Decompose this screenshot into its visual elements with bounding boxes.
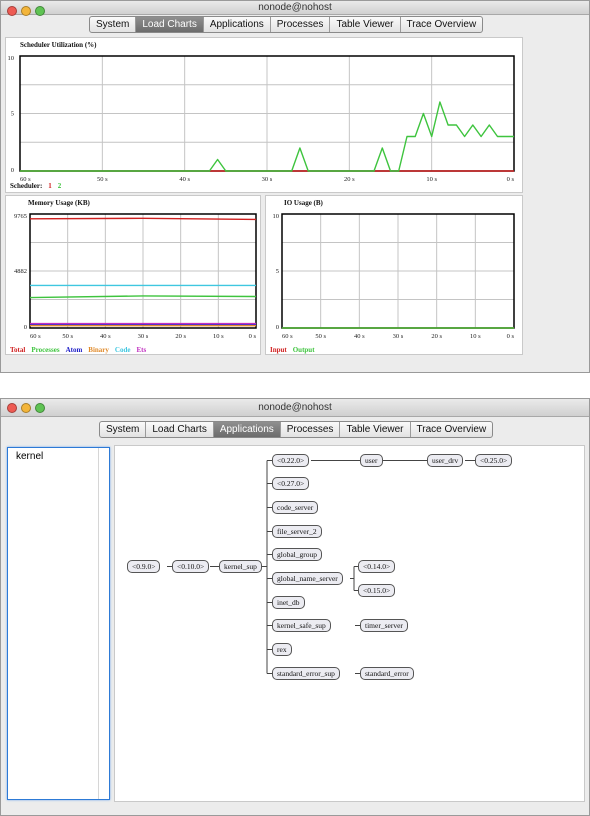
legend-entry: Processes <box>31 346 60 354</box>
legend-entry: 2 <box>57 182 62 190</box>
process-node[interactable]: standard_error <box>360 667 414 680</box>
y-tick-label: 0 <box>24 324 27 331</box>
memory-usage-chart: 60 s 50 s 40 s 30 s 20 s 10 s 0 s 9765 4882 0 <box>14 213 257 340</box>
chart-title: Scheduler Utilization (%) <box>20 41 97 49</box>
list-item-kernel[interactable]: kernel <box>16 451 43 462</box>
y-tick-label: 9765 <box>14 213 27 220</box>
process-node[interactable]: <0.15.0> <box>358 584 396 597</box>
chart-legend: Input Output <box>270 346 315 354</box>
chart-legend: Total Processes Atom Binary Code Ets <box>10 346 146 354</box>
legend-entry: Binary <box>88 346 109 354</box>
chart-title: Memory Usage (KB) <box>28 199 90 207</box>
process-node[interactable]: rex <box>272 643 292 656</box>
io-usage-chart: 60 s 50 s 40 s 30 s 20 s 10 s 0 s 10 5 0 <box>273 213 515 340</box>
tab-processes[interactable]: Processes <box>281 422 341 437</box>
process-node[interactable]: user_drv <box>427 454 464 467</box>
x-tick-label: 10 s <box>426 176 437 183</box>
scheduler-utilization-chart: 60 s 50 s 40 s 30 s 20 s 10 s0 s1050 <box>8 55 515 183</box>
x-tick-label: 20 s <box>431 333 442 340</box>
x-tick-label: 10 s <box>213 333 224 340</box>
application-list[interactable]: kernel <box>7 447 110 800</box>
x-tick-label: 0 s <box>507 176 515 183</box>
tab-system[interactable]: System <box>100 422 147 437</box>
process-node[interactable]: <0.10.0> <box>172 560 210 573</box>
legend-label: Scheduler: <box>10 182 43 190</box>
chart-title: IO Usage (B) <box>284 199 323 207</box>
legend-entry: Output <box>292 346 315 354</box>
tab-load-charts[interactable]: Load Charts <box>136 17 204 32</box>
process-node[interactable]: user <box>360 454 383 467</box>
tab-bar: System Load Charts Applications Processes Ta… <box>99 421 494 438</box>
process-node[interactable]: file_server_2 <box>272 525 322 538</box>
legend-entry: Input <box>270 346 287 354</box>
tab-applications[interactable]: Applications <box>213 422 281 437</box>
process-node[interactable]: global_name_server <box>272 572 343 585</box>
x-tick-label: 40 s <box>100 333 111 340</box>
process-node[interactable]: <0.25.0> <box>475 454 513 467</box>
x-tick-label: 0 s <box>249 333 257 340</box>
tab-processes[interactable]: Processes <box>271 17 331 32</box>
process-node[interactable]: kernel_safe_sup <box>272 619 331 632</box>
x-tick-label: 60 s <box>282 333 293 340</box>
y-tick-label: 0 <box>276 324 279 331</box>
y-tick-label: 10 <box>8 55 15 62</box>
window-title: nonode@nohost <box>258 402 332 413</box>
process-node[interactable]: inet_db <box>272 596 305 609</box>
x-tick-label: 60 s <box>30 333 41 340</box>
x-tick-label: 20 s <box>175 333 186 340</box>
tab-trace-overview[interactable]: Trace Overview <box>411 422 493 437</box>
process-node[interactable]: <0.14.0> <box>358 560 396 573</box>
x-tick-label: 0 s <box>507 333 515 340</box>
tab-system[interactable]: System <box>90 17 137 32</box>
tab-bar: System Load Charts Applications Processes Ta… <box>89 16 484 33</box>
io-usage-panel: IO Usage (B) 60 s 50 s 40 s 30 s 20 s 10 s 0 s… <box>265 195 523 355</box>
x-tick-label: 30 s <box>393 333 404 340</box>
y-tick-label: 5 <box>276 268 279 275</box>
memory-usage-panel: Memory Usage (KB) 60 s 50 s 40 s 30 s 20 s 10… <box>5 195 261 355</box>
x-tick-label: 50 s <box>62 333 73 340</box>
process-node[interactable]: global_group <box>272 548 322 561</box>
x-tick-label: 40 s <box>354 333 365 340</box>
y-tick-label: 0 <box>11 167 14 174</box>
x-tick-label: 40 s <box>179 176 190 183</box>
tab-applications[interactable]: Applications <box>204 17 271 32</box>
chart-legend: Scheduler: 1 2 <box>10 182 61 190</box>
title-bar: nonode@nohost <box>1 1 589 16</box>
x-tick-label: 50 s <box>97 176 108 183</box>
x-tick-label: 10 s <box>470 333 481 340</box>
window-title: nonode@nohost <box>258 2 332 13</box>
legend-entry: Total <box>10 346 26 354</box>
process-tree-canvas: <0.9.0> <0.10.0> kernel_sup <0.22.0> user use… <box>114 445 585 802</box>
tab-table-viewer[interactable]: Table Viewer <box>330 17 401 32</box>
process-tree-edges <box>167 460 475 674</box>
title-bar: nonode@nohost <box>1 399 589 417</box>
y-tick-label: 10 <box>273 213 280 220</box>
tab-table-viewer[interactable]: Table Viewer <box>340 422 411 437</box>
legend-entry: Ets <box>136 346 147 354</box>
load-charts-window: nonode@nohost System Load Charts Applicati… <box>0 0 590 373</box>
legend-entry: 1 <box>48 182 52 190</box>
scheduler-utilization-panel: Scheduler Utilization (%) 60 s 50 s 40 s 30… <box>5 37 523 193</box>
tab-load-charts[interactable]: Load Charts <box>146 422 214 437</box>
applications-window: nonode@nohost System Load Charts Applicati… <box>0 398 590 816</box>
legend-entry: Code <box>114 346 131 354</box>
process-node[interactable]: <0.9.0> <box>127 560 161 573</box>
legend-entry: Atom <box>65 346 83 354</box>
process-node[interactable]: <0.22.0> <box>272 454 310 467</box>
process-node[interactable]: timer_server <box>360 619 408 632</box>
x-tick-label: 50 s <box>315 333 326 340</box>
scrollbar[interactable] <box>98 448 99 799</box>
x-tick-label: 30 s <box>262 176 273 183</box>
process-node[interactable]: kernel_sup <box>219 560 262 573</box>
x-tick-label: 20 s <box>344 176 355 183</box>
y-tick-label: 4882 <box>14 268 27 275</box>
x-tick-label: 30 s <box>138 333 149 340</box>
process-node[interactable]: <0.27.0> <box>272 477 310 490</box>
process-node[interactable]: code_server <box>272 501 319 514</box>
y-tick-label: 5 <box>11 111 14 118</box>
tab-trace-overview[interactable]: Trace Overview <box>401 17 483 32</box>
process-node[interactable]: standard_error_sup <box>272 667 340 680</box>
